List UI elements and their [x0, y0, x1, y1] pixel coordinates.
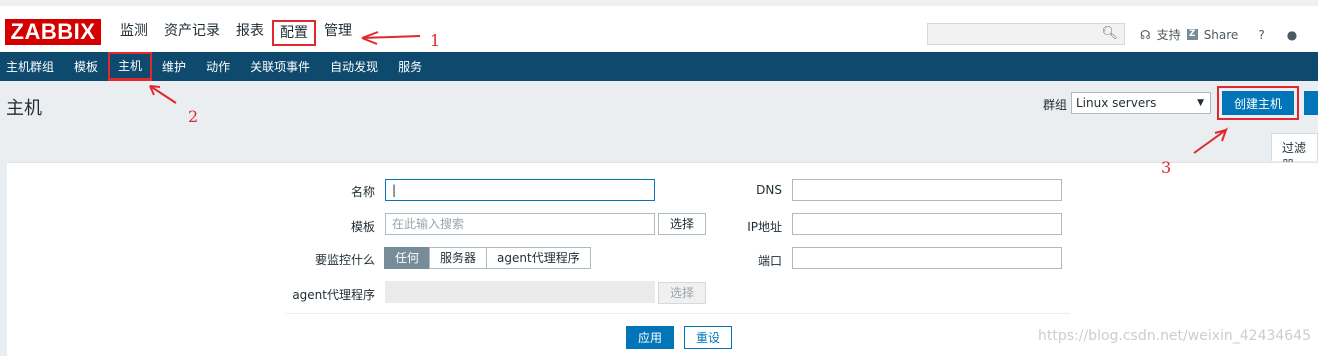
annotation-arrow-2 — [149, 85, 177, 104]
annotation-3: 3 — [1161, 158, 1172, 177]
annotation-arrows — [149, 31, 1229, 154]
annotation-2: 2 — [188, 107, 199, 126]
annotation-arrow-1 — [361, 31, 421, 45]
annotation-1: 1 — [430, 31, 441, 50]
annotation-arrow-3 — [1193, 127, 1229, 154]
